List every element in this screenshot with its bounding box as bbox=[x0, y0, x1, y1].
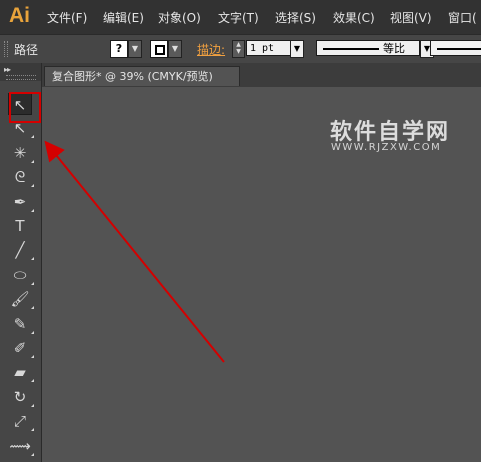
annotation-arrow-line bbox=[44, 140, 225, 363]
annotation-arrow bbox=[44, 140, 225, 363]
